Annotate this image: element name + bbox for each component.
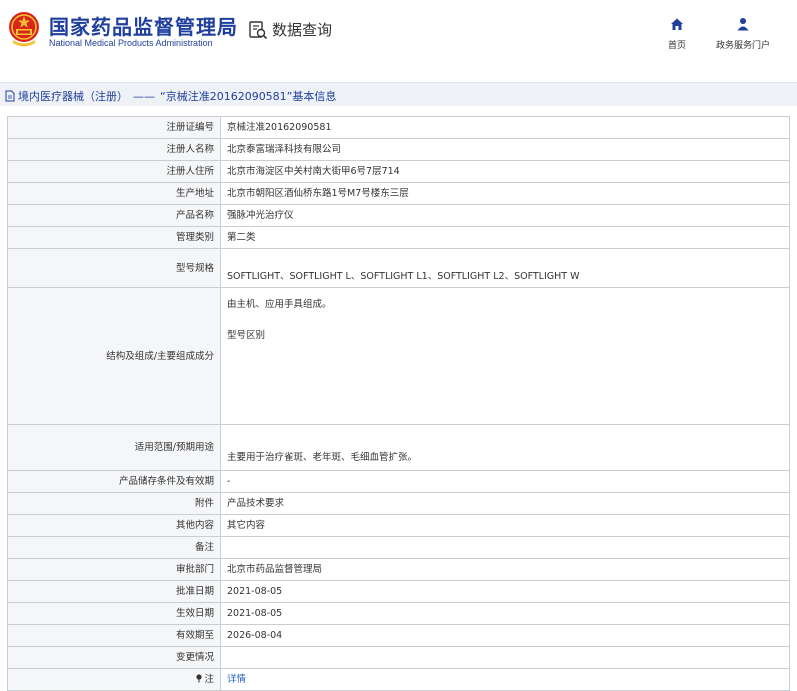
field-label: 结构及组成/主要组成成分 — [7, 287, 221, 425]
table-row: 其他内容 其它内容 — [7, 514, 790, 537]
field-value: 主要用于治疗雀斑、老年斑、毛细血管扩张。 — [220, 424, 790, 471]
table-row: 附件 产品技术要求 — [7, 492, 790, 515]
data-query-icon — [249, 20, 268, 39]
table-row: 注册证编号 京械注准20162090581 — [7, 116, 790, 139]
field-value — [220, 536, 790, 559]
brand-title-cn: 国家药品监督管理局 — [49, 15, 238, 39]
user-icon — [737, 18, 749, 31]
nav-home[interactable]: 首页 — [663, 16, 691, 51]
field-label: 型号规格 — [7, 248, 221, 288]
field-value: 北京市药品监督管理局 — [220, 558, 790, 581]
breadcrumb-separator: —— — [133, 89, 155, 103]
data-query-label: 数据查询 — [272, 21, 333, 39]
field-label: 管理类别 — [7, 226, 221, 249]
field-value: SOFTLIGHT、SOFTLIGHT L、SOFTLIGHT L1、SOFTL… — [220, 248, 790, 288]
table-row: 批准日期 2021-08-05 — [7, 580, 790, 603]
registration-info-table: 注册证编号 京械注准20162090581 注册人名称 北京泰富瑞泽科技有限公司… — [7, 116, 790, 691]
field-value: 2021-08-05 — [220, 580, 790, 603]
field-label: 其他内容 — [7, 514, 221, 537]
table-row: 型号规格 SOFTLIGHT、SOFTLIGHT L、SOFTLIGHT L1、… — [7, 248, 790, 288]
field-label: 变更情况 — [7, 646, 221, 669]
details-link[interactable]: 详情 — [227, 674, 246, 685]
nav-service-portal[interactable]: 政务服务门户 — [711, 16, 775, 51]
field-value: 北京泰富瑞泽科技有限公司 — [220, 138, 790, 161]
field-value: 2026-08-04 — [220, 624, 790, 647]
field-label: 有效期至 — [7, 624, 221, 647]
field-value: 产品技术要求 — [220, 492, 790, 515]
table-row: 有效期至 2026-08-04 — [7, 624, 790, 647]
field-label: 注册人住所 — [7, 160, 221, 183]
field-value: - — [220, 470, 790, 493]
table-row: 适用范围/预期用途 主要用于治疗雀斑、老年斑、毛细血管扩张。 — [7, 424, 790, 471]
national-emblem-logo — [9, 12, 39, 47]
nav-home-label: 首页 — [667, 41, 686, 51]
field-value: 详情 — [220, 668, 790, 691]
table-row: 注 详情 — [7, 668, 790, 691]
field-value: 强脉冲光治疗仪 — [220, 204, 790, 227]
field-label: 审批部门 — [7, 558, 221, 581]
data-query-link[interactable]: 数据查询 — [248, 19, 332, 40]
field-label: 产品名称 — [7, 204, 221, 227]
field-value: 北京市海淀区中关村南大街甲6号7层714 — [220, 160, 790, 183]
field-label: 注 — [7, 668, 221, 691]
field-label: 批准日期 — [7, 580, 221, 603]
table-row: 产品名称 强脉冲光治疗仪 — [7, 204, 790, 227]
breadcrumb-title: “京械注准20162090581”基本信息 — [160, 90, 337, 103]
table-row: 注册人住所 北京市海淀区中关村南大街甲6号7层714 — [7, 160, 790, 183]
home-icon — [671, 18, 683, 30]
field-label: 生产地址 — [7, 182, 221, 205]
field-label: 适用范围/预期用途 — [7, 424, 221, 471]
table-row: 结构及组成/主要组成成分 由主机、应用手具组成。 型号区别 — [7, 287, 790, 425]
table-row: 生产地址 北京市朝阳区酒仙桥东路1号M7号楼东三层 — [7, 182, 790, 205]
field-value: 其它内容 — [220, 514, 790, 537]
table-row: 审批部门 北京市药品监督管理局 — [7, 558, 790, 581]
brand-title-en: National Medical Products Administration — [49, 38, 213, 48]
table-row: 管理类别 第二类 — [7, 226, 790, 249]
field-label: 注册人名称 — [7, 138, 221, 161]
table-row: 产品储存条件及有效期 - — [7, 470, 790, 493]
field-value: 由主机、应用手具组成。 型号区别 — [220, 287, 790, 425]
structure-text: 由主机、应用手具组成。 — [227, 299, 332, 310]
field-label: 备注 — [7, 536, 221, 559]
site-header: 国家药品监督管理局 National Medical Products Admi… — [0, 0, 797, 64]
note-label: 注 — [204, 674, 214, 685]
field-label: 产品储存条件及有效期 — [7, 470, 221, 493]
field-value: 北京市朝阳区酒仙桥东路1号M7号楼东三层 — [220, 182, 790, 205]
table-row: 备注 — [7, 536, 790, 559]
field-label: 附件 — [7, 492, 221, 515]
breadcrumb-category[interactable]: 境内医疗器械（注册） — [18, 88, 128, 104]
table-row: 注册人名称 北京泰富瑞泽科技有限公司 — [7, 138, 790, 161]
field-value: 2021-08-05 — [220, 602, 790, 625]
model-difference-text: 型号区别 — [227, 330, 266, 341]
table-row: 生效日期 2021-08-05 — [7, 602, 790, 625]
nav-service-portal-label: 政务服务门户 — [715, 41, 770, 51]
field-value: 京械注准20162090581 — [220, 116, 790, 139]
breadcrumb: 境内医疗器械（注册） —— “京械注准20162090581”基本信息 — [0, 82, 797, 106]
table-row: 变更情况 — [7, 646, 790, 669]
field-label: 注册证编号 — [7, 116, 221, 139]
field-value — [220, 646, 790, 669]
note-icon — [196, 674, 203, 683]
document-icon — [5, 90, 15, 102]
field-label: 生效日期 — [7, 602, 221, 625]
field-value: 第二类 — [220, 226, 790, 249]
